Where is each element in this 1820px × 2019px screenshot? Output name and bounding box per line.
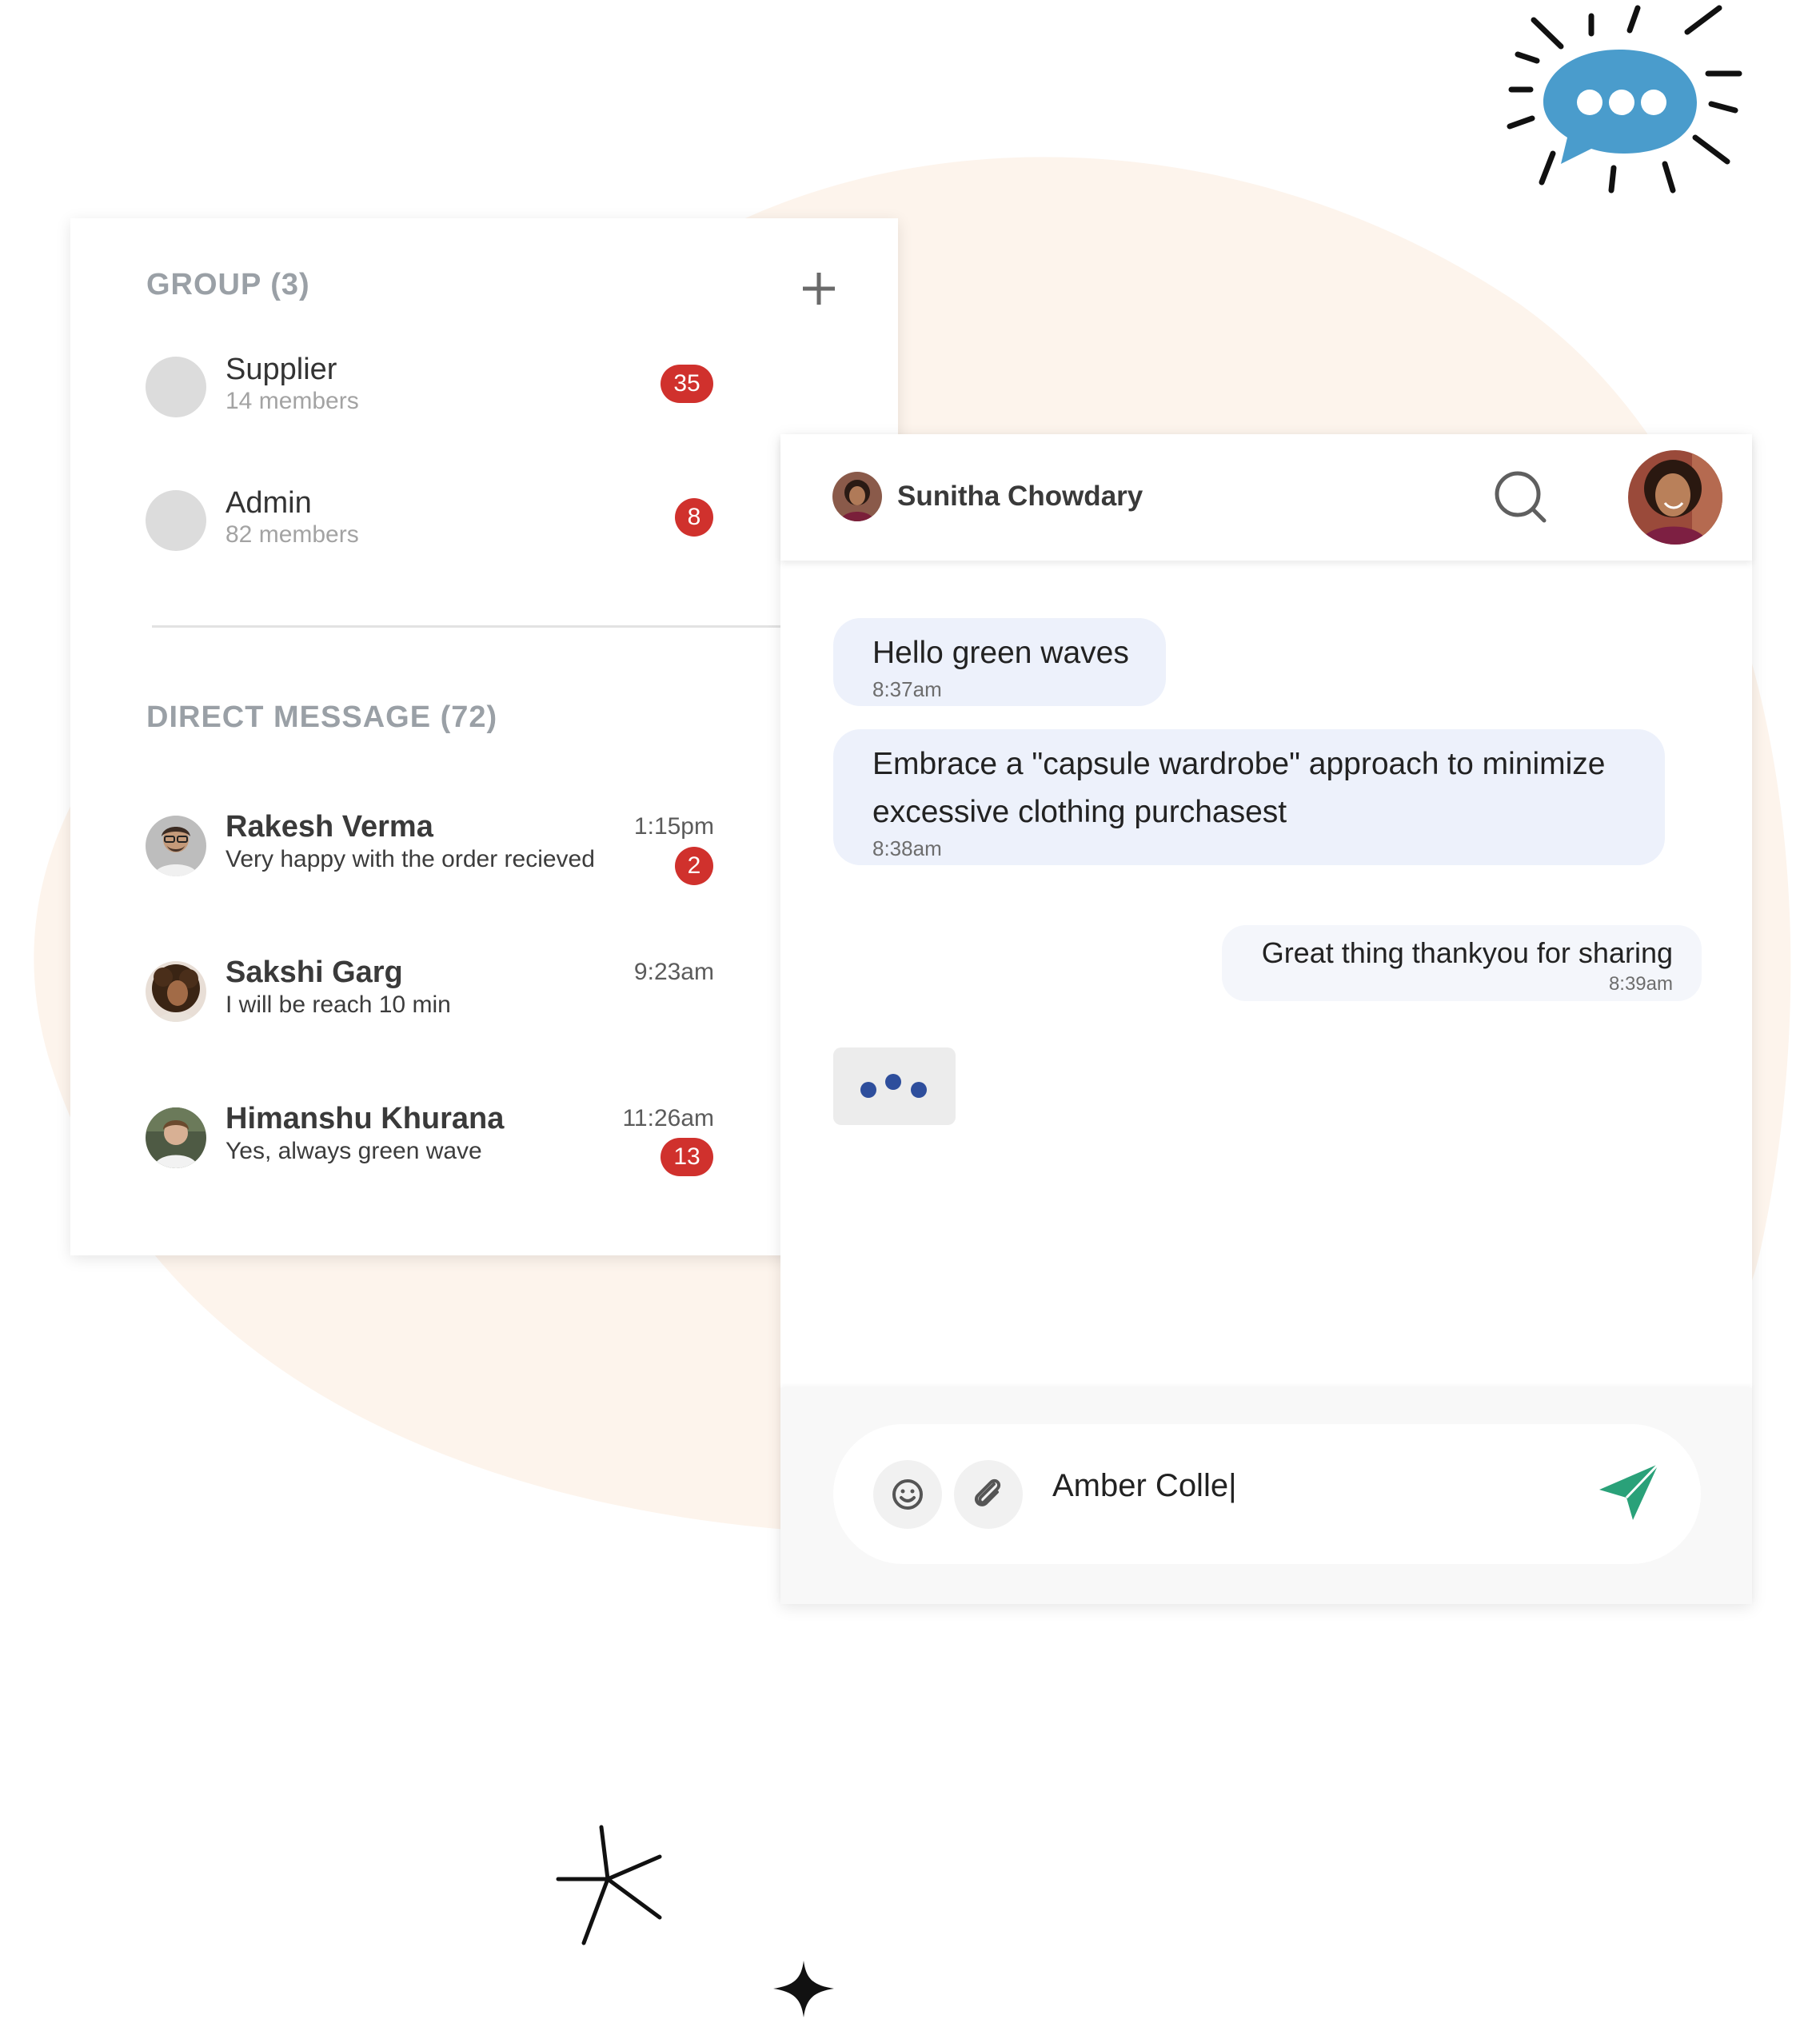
contact-name: Himanshu Khurana [226,1102,505,1135]
message-preview: Very happy with the order recieved [226,846,595,872]
message-preview: I will be reach 10 min [226,992,451,1018]
message-text: Embrace a "capsule wardrobe" approach to… [872,747,1606,829]
message-time: 8:37am [872,677,942,701]
message-time: 11:26am [622,1105,714,1131]
chat-bubble-icon [1507,5,1742,194]
send-button[interactable] [1593,1459,1665,1526]
group-item-supplier[interactable]: Supplier 14 members 35 [70,338,898,434]
emoji-icon [892,1479,923,1510]
message-time: 8:38am [872,836,942,860]
profile-avatar[interactable] [1628,450,1722,545]
paperclip-icon [974,1478,1001,1506]
unread-badge: 2 [675,847,713,885]
emoji-button[interactable] [873,1460,942,1529]
unread-badge: 8 [675,498,713,537]
sparkle-asterisk-icon [556,1825,662,1945]
message-input-container: Amber Colle| [833,1424,1701,1564]
sparkle-star-icon [773,1961,834,2017]
chat-header: Sunitha Chowdary [780,434,1752,561]
group-members: 14 members [226,388,359,414]
search-button[interactable] [1493,469,1549,525]
message-time: 9:23am [633,959,714,985]
dm-item-himanshu-khurana[interactable]: Himanshu Khurana Yes, always green wave … [70,1094,898,1190]
message-time: 1:15pm [633,813,714,840]
contact-name: Sakshi Garg [226,956,403,989]
group-name: Supplier [226,353,337,386]
message-bubble-outgoing: Great thing thankyou for sharing 8:39am [1222,925,1702,1001]
message-text: Hello green waves [872,636,1129,670]
message-composer: Amber Colle| [780,1388,1752,1604]
message-preview: Yes, always green wave [226,1138,482,1164]
search-icon [1495,471,1547,523]
direct-message-section-title: DIRECT MESSAGE (72) [146,700,498,734]
group-avatar [146,490,206,551]
contact-avatar [146,816,206,876]
unread-badge: 13 [661,1138,713,1176]
contact-avatar-small [832,472,882,521]
chat-window: Sunitha Chowdary Hello green waves 8:37a… [780,434,1752,1604]
attach-button[interactable] [954,1460,1023,1529]
typing-indicator [833,1047,956,1125]
plus-icon [803,273,835,305]
section-divider [152,625,872,628]
chat-contact-name: Sunitha Chowdary [897,481,1143,512]
message-input[interactable]: Amber Colle| [1052,1468,1236,1504]
message-bubble-incoming: Embrace a "capsule wardrobe" approach to… [833,729,1665,865]
dm-item-sakshi-garg[interactable]: Sakshi Garg I will be reach 10 min 9:23a… [70,948,898,1043]
message-bubble-incoming: Hello green waves 8:37am [833,618,1166,706]
conversation-list-panel: GROUP (3) Supplier 14 members 35 Admin 8… [70,218,898,1255]
contact-avatar [146,1107,206,1168]
contact-avatar [146,961,206,1022]
dm-item-rakesh-verma[interactable]: Rakesh Verma Very happy with the order r… [70,802,898,898]
group-item-admin[interactable]: Admin 82 members 8 [70,472,898,568]
group-name: Admin [226,486,312,520]
contact-name: Rakesh Verma [226,810,433,844]
unread-badge: 35 [661,365,713,403]
message-time: 8:39am [1608,973,1673,995]
group-members: 82 members [226,521,359,548]
message-text: Great thing thankyou for sharing [1261,936,1673,969]
group-section-title: GROUP (3) [146,268,310,301]
send-icon [1599,1462,1660,1520]
group-avatar [146,357,206,417]
add-group-button[interactable] [796,266,841,311]
